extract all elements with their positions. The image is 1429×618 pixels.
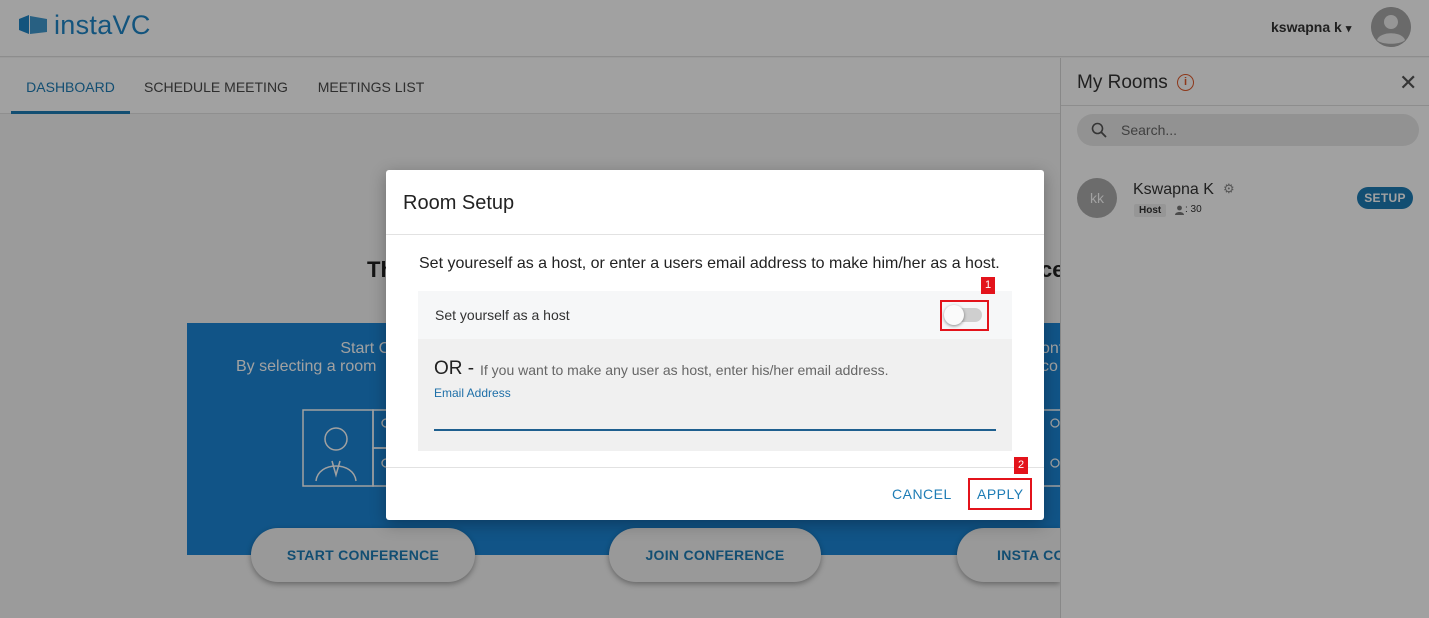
annotation-1: 1 [981,277,995,294]
host-toggle-row: Set yourself as a host [418,291,1012,339]
or-hint: If you want to make any user as host, en… [480,362,889,378]
cancel-button[interactable]: CANCEL [892,483,952,505]
highlight-box-1 [940,300,989,331]
dialog-title: Room Setup [403,192,515,214]
divider [386,467,1044,468]
email-field[interactable] [434,405,996,431]
email-label: Email Address [434,386,511,400]
room-setup-dialog: Room Setup Set youreself as a host, or e… [386,170,1044,520]
email-section: OR - If you want to make any user as hos… [418,339,1012,451]
annotation-2: 2 [1014,457,1028,474]
divider [386,234,1044,235]
highlight-box-2 [968,478,1032,510]
host-toggle-label: Set yourself as a host [435,307,570,323]
or-label: OR - [434,358,475,379]
dialog-description: Set youreself as a host, or enter a user… [419,255,1000,272]
